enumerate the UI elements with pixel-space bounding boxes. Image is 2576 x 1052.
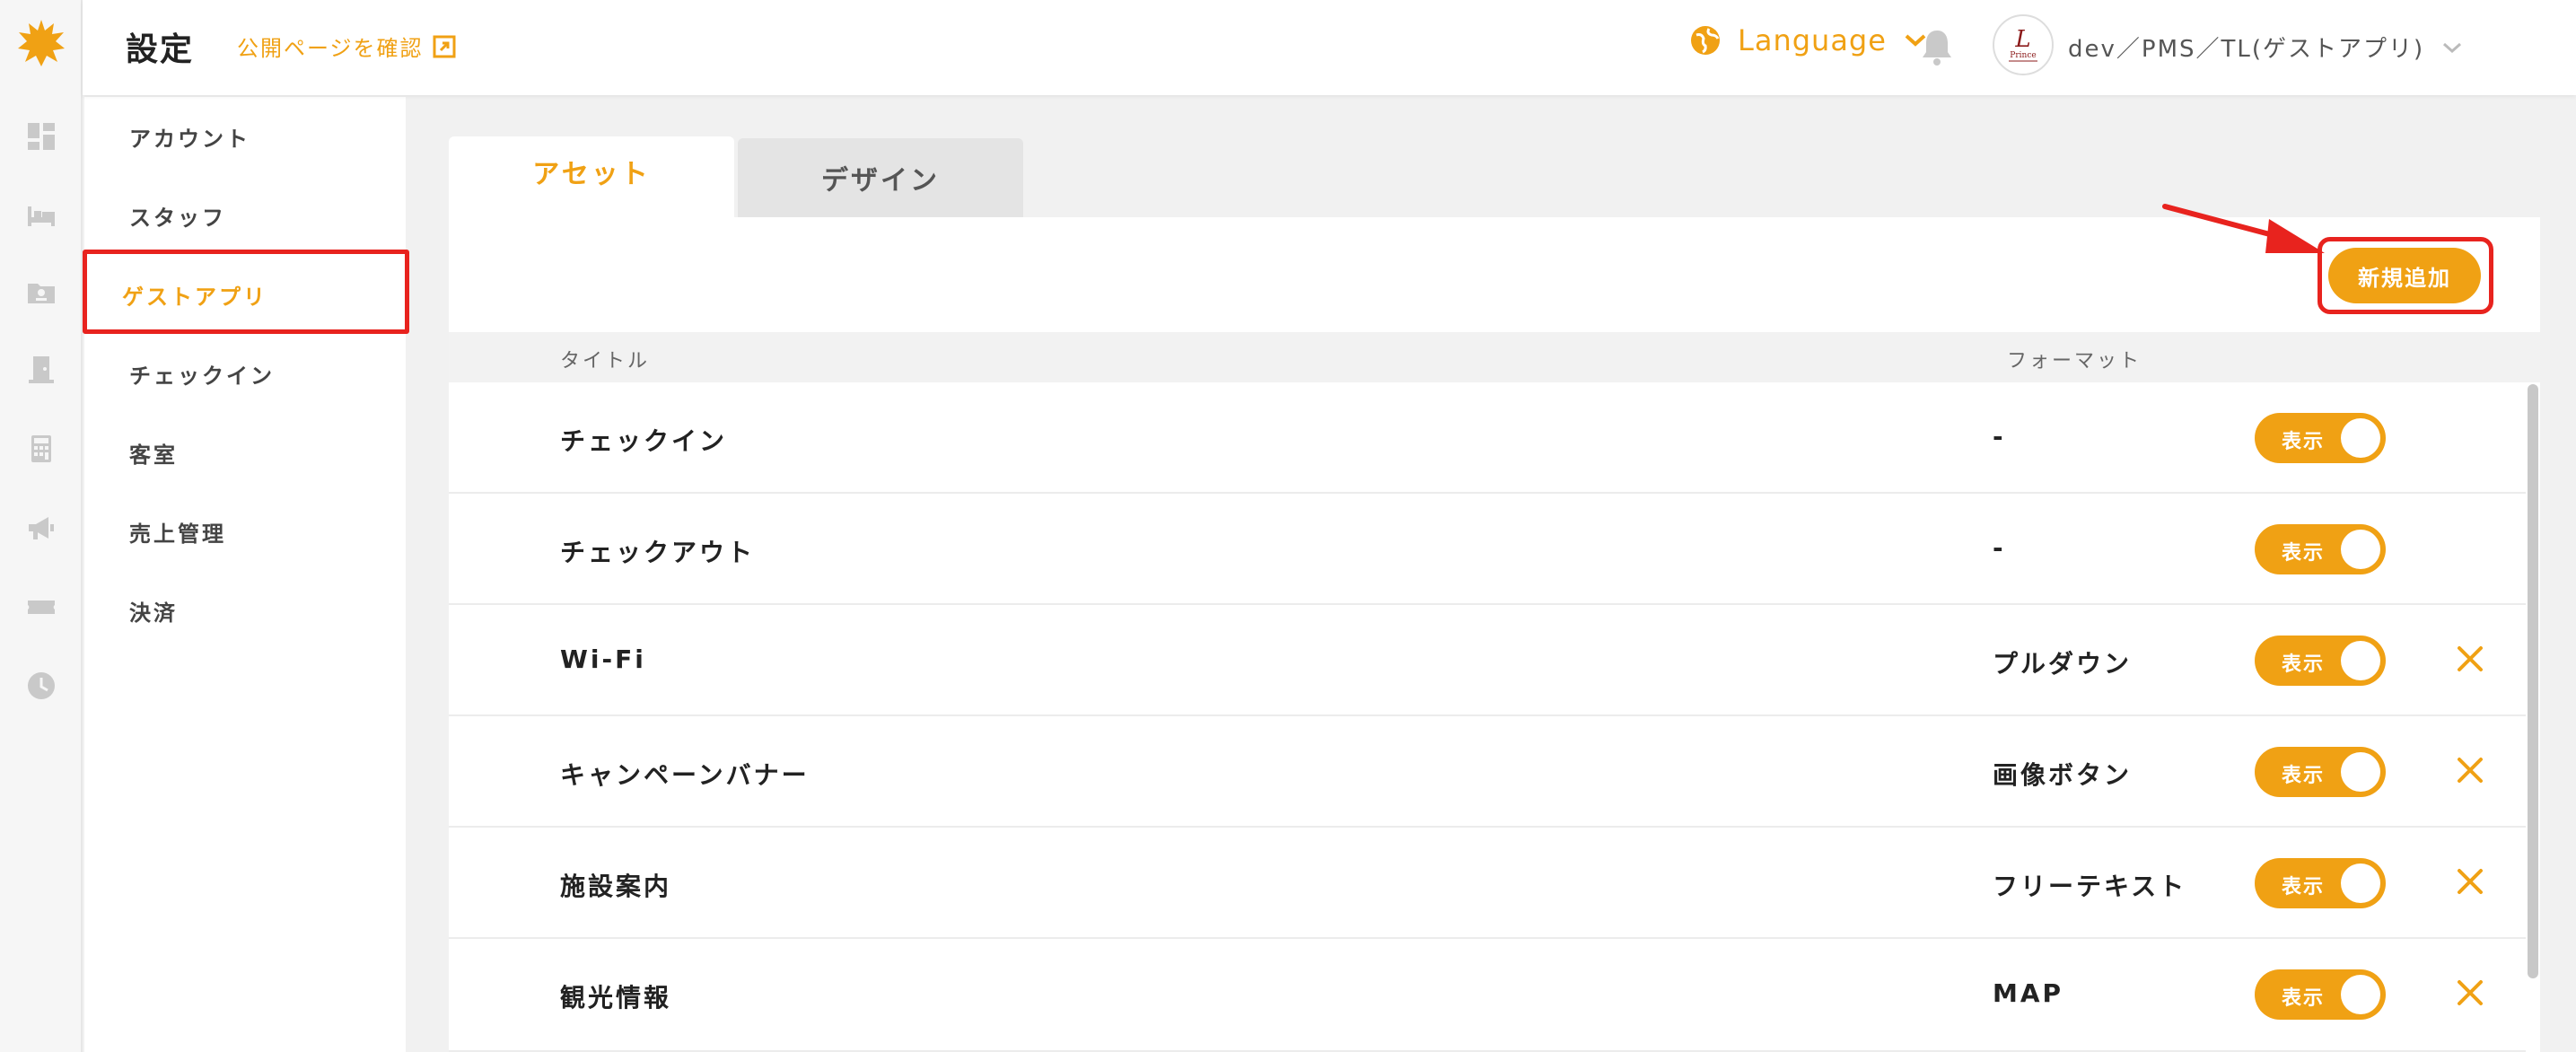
tab-design[interactable]: デザイン: [738, 138, 1023, 217]
sidebar-item-rooms[interactable]: 客室: [84, 413, 406, 492]
external-link-icon: [433, 35, 456, 57]
toggle-label: 表示: [2282, 431, 2326, 453]
sidebar-item-label: 決済: [129, 600, 178, 626]
toggle-label: 表示: [2282, 876, 2326, 899]
close-icon[interactable]: [2452, 641, 2488, 677]
language-label: Language: [1738, 23, 1887, 57]
vertical-scrollbar[interactable]: [2528, 384, 2538, 978]
row-format: プルダウン: [1993, 649, 2133, 679]
toggle-knob: [2341, 975, 2380, 1014]
sidebar-item-label: 売上管理: [129, 521, 226, 547]
sidebar-item-label: 客室: [129, 442, 178, 468]
table-row[interactable]: 施設案内 フリーテキスト 表示: [449, 828, 2526, 939]
page-title: 設定: [126, 31, 195, 68]
tab-asset[interactable]: アセット: [449, 136, 734, 217]
row-format: -: [1993, 422, 2006, 451]
language-selector[interactable]: Language: [1689, 23, 1928, 57]
door-icon[interactable]: [25, 354, 57, 386]
svg-text:Prince: Prince: [2010, 51, 2036, 60]
sidebar-item-staff[interactable]: スタッフ: [84, 176, 406, 255]
sidebar-item-payment[interactable]: 決済: [84, 571, 406, 650]
dashboard-icon[interactable]: [25, 120, 57, 153]
sidebar-item-label: チェックイン: [129, 363, 275, 389]
calculator-icon[interactable]: [25, 433, 57, 465]
megaphone-icon[interactable]: [25, 512, 57, 544]
close-icon[interactable]: [2452, 752, 2488, 788]
clock-icon[interactable]: [25, 670, 57, 702]
public-page-link[interactable]: 公開ページを確認: [237, 31, 456, 62]
toggle-knob: [2341, 752, 2380, 792]
bell-icon[interactable]: [1919, 27, 1955, 66]
sidebar-item-account[interactable]: アカウント: [84, 97, 406, 176]
row-format: -: [1993, 533, 2006, 563]
visibility-toggle[interactable]: 表示: [2255, 747, 2386, 797]
public-page-link-label: 公開ページを確認: [237, 36, 424, 61]
sidebar-item-label: アカウント: [129, 126, 250, 152]
visibility-toggle[interactable]: 表示: [2255, 636, 2386, 686]
visibility-toggle[interactable]: 表示: [2255, 969, 2386, 1020]
close-icon[interactable]: [2452, 864, 2488, 899]
toggle-label: 表示: [2282, 987, 2326, 1010]
guest-card-icon[interactable]: [25, 276, 57, 309]
table-row[interactable]: チェックアウト - 表示: [449, 494, 2526, 605]
table-row[interactable]: Wi-Fi プルダウン 表示: [449, 605, 2526, 716]
sidebar-item-sales[interactable]: 売上管理: [84, 492, 406, 571]
toggle-knob: [2341, 641, 2380, 680]
row-format: フリーテキスト: [1993, 872, 2187, 901]
row-title: 観光情報: [560, 983, 672, 1013]
toggle-knob: [2341, 530, 2380, 569]
sun-logo-icon[interactable]: [16, 18, 66, 68]
table-header: タイトル フォーマット: [449, 332, 2540, 382]
sidebar-item-checkin[interactable]: チェックイン: [84, 334, 406, 413]
column-format-header: フォーマット: [2007, 350, 2142, 373]
row-title: チェックイン: [560, 426, 728, 456]
row-title: キャンペーンバナー: [560, 760, 810, 790]
tab-label: アセット: [532, 159, 651, 190]
row-format: MAP: [1993, 978, 2064, 1008]
bed-icon[interactable]: [25, 199, 57, 232]
close-icon[interactable]: [2452, 975, 2488, 1011]
row-title: チェックアウト: [560, 538, 756, 567]
table-row[interactable]: キャンペーンバナー 画像ボタン 表示: [449, 716, 2526, 828]
icon-rail: [0, 0, 83, 1052]
highlight-box: [2318, 237, 2493, 314]
ticket-icon[interactable]: [25, 591, 57, 623]
toggle-knob: [2341, 864, 2380, 903]
user-menu[interactable]: dev／PMS／TL(ゲストアプリ): [2068, 31, 2464, 64]
user-name-label: dev／PMS／TL(ゲストアプリ): [2068, 36, 2425, 63]
top-header: 設定 公開ページを確認 Language L Prince dev／PMS／TL(…: [83, 0, 2576, 95]
column-title-header: タイトル: [560, 350, 651, 373]
row-title: Wi-Fi: [560, 644, 646, 674]
prince-logo-icon: LPrince: [2009, 26, 2037, 62]
visibility-toggle[interactable]: 表示: [2255, 858, 2386, 908]
avatar[interactable]: L Prince: [1993, 14, 2054, 75]
highlight-box: [83, 250, 409, 334]
table-row[interactable]: チェックイン - 表示: [449, 382, 2526, 494]
tab-label: デザイン: [821, 165, 940, 197]
annotation-arrow-icon: [2162, 204, 2325, 253]
toggle-label: 表示: [2282, 765, 2326, 787]
toggle-label: 表示: [2282, 542, 2326, 565]
chevron-down-icon: [2443, 42, 2462, 53]
visibility-toggle[interactable]: 表示: [2255, 524, 2386, 574]
toggle-label: 表示: [2282, 653, 2326, 676]
toggle-knob: [2341, 418, 2380, 458]
sidebar-item-label: スタッフ: [129, 205, 226, 231]
row-title: 施設案内: [560, 872, 672, 901]
settings-sidebar: アカウント スタッフ ゲストアプリ チェックイン 客室 売上管理 決済: [84, 97, 406, 1052]
table-row[interactable]: 観光情報 MAP 表示: [449, 939, 2526, 1052]
svg-text:L: L: [2014, 26, 2030, 53]
row-format: 画像ボタン: [1993, 760, 2133, 790]
globe-icon: [1691, 26, 1720, 55]
visibility-toggle[interactable]: 表示: [2255, 413, 2386, 463]
